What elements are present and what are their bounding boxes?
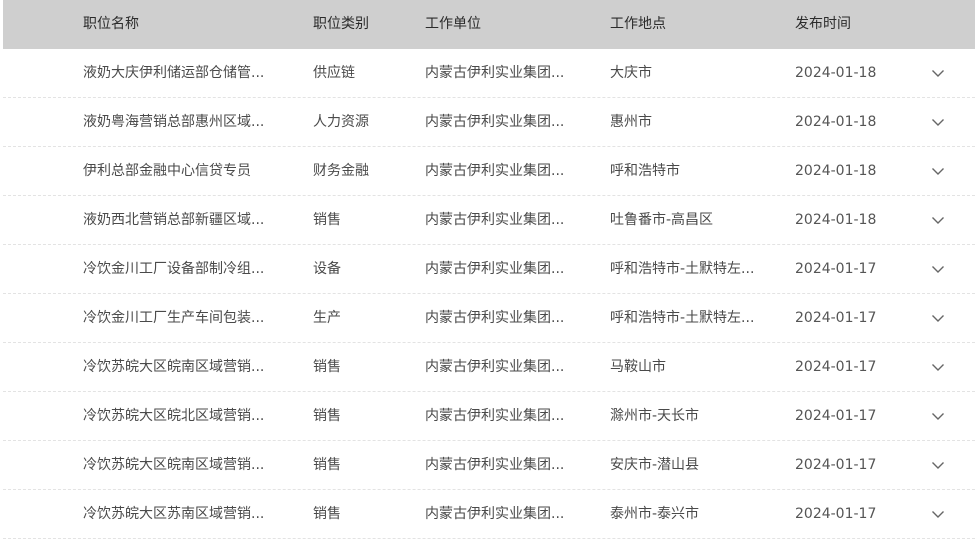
job-title-cell[interactable]: 冷饮金川工厂设备部制冷组... (83, 245, 288, 294)
table-row[interactable]: 冷饮苏皖大区苏南区域营销... 销售 内蒙古伊利实业集团... 泰州市-泰兴市 2024… (3, 490, 975, 539)
chevron-down-icon[interactable] (931, 363, 945, 372)
organization-cell: 内蒙古伊利实业集团... (425, 212, 565, 228)
table-row[interactable]: 冷饮苏皖大区皖南区域营销... 销售 内蒙古伊利实业集团... 马鞍山市 2024-01… (3, 343, 975, 392)
publish-date-cell: 2024-01-17 (795, 359, 877, 375)
header-publish-date: 发布时间 (795, 16, 851, 32)
chevron-down-icon[interactable] (931, 167, 945, 176)
organization-cell: 内蒙古伊利实业集团... (425, 114, 565, 130)
chevron-down-icon[interactable] (931, 412, 945, 421)
table-row[interactable]: 冷饮苏皖大区皖南区域营销... 销售 内蒙古伊利实业集团... 安庆市-潜山县 2024… (3, 441, 975, 490)
job-category-cell: 供应链 (313, 65, 355, 81)
location-cell: 呼和浩特市-土默特左... (610, 310, 755, 326)
job-title-cell[interactable]: 伊利总部金融中心信贷专员 (83, 147, 288, 196)
job-title-cell[interactable]: 液奶粤海营销总部惠州区域... (83, 98, 288, 147)
table-header: 职位名称 职位类别 工作单位 工作地点 发布时间 (3, 0, 975, 49)
header-job-title: 职位名称 (83, 16, 139, 32)
table-row[interactable]: 冷饮金川工厂生产车间包装... 生产 内蒙古伊利实业集团... 呼和浩特市-土默特左.… (3, 294, 975, 343)
job-category-cell: 销售 (313, 212, 341, 228)
job-category-cell: 设备 (313, 261, 341, 277)
organization-cell: 内蒙古伊利实业集团... (425, 359, 565, 375)
job-category-cell: 销售 (313, 359, 341, 375)
job-title-cell[interactable]: 冷饮苏皖大区皖南区域营销... (83, 441, 288, 490)
chevron-down-icon[interactable] (931, 216, 945, 225)
table-row[interactable]: 冷饮金川工厂设备部制冷组... 设备 内蒙古伊利实业集团... 呼和浩特市-土默特左.… (3, 245, 975, 294)
location-cell: 呼和浩特市-土默特左... (610, 261, 755, 277)
location-cell: 安庆市-潜山县 (610, 457, 700, 473)
location-cell: 滁州市-天长市 (610, 408, 700, 424)
chevron-down-icon[interactable] (931, 69, 945, 78)
organization-cell: 内蒙古伊利实业集团... (425, 65, 565, 81)
organization-cell: 内蒙古伊利实业集团... (425, 310, 565, 326)
header-job-category: 职位类别 (313, 16, 369, 32)
table-row[interactable]: 液奶西北营销总部新疆区域... 销售 内蒙古伊利实业集团... 吐鲁番市-高昌区 202… (3, 196, 975, 245)
publish-date-cell: 2024-01-18 (795, 163, 877, 179)
chevron-down-icon[interactable] (931, 265, 945, 274)
jobs-table: 职位名称 职位类别 工作单位 工作地点 发布时间 液奶大庆伊利储运部仓储管...… (3, 0, 975, 539)
publish-date-cell: 2024-01-18 (795, 212, 877, 228)
job-title-cell[interactable]: 冷饮金川工厂生产车间包装... (83, 294, 288, 343)
organization-cell: 内蒙古伊利实业集团... (425, 506, 565, 522)
organization-cell: 内蒙古伊利实业集团... (425, 261, 565, 277)
organization-cell: 内蒙古伊利实业集团... (425, 457, 565, 473)
location-cell: 大庆市 (610, 65, 652, 81)
publish-date-cell: 2024-01-17 (795, 506, 877, 522)
job-category-cell: 生产 (313, 310, 341, 326)
job-category-cell: 人力资源 (313, 114, 369, 130)
chevron-down-icon[interactable] (931, 461, 945, 470)
location-cell: 吐鲁番市-高昌区 (610, 212, 714, 228)
publish-date-cell: 2024-01-18 (795, 65, 877, 81)
chevron-down-icon[interactable] (931, 118, 945, 127)
table-row[interactable]: 伊利总部金融中心信贷专员 财务金融 内蒙古伊利实业集团... 呼和浩特市 2024-01… (3, 147, 975, 196)
location-cell: 马鞍山市 (610, 359, 666, 375)
publish-date-cell: 2024-01-17 (795, 310, 877, 326)
job-title-cell[interactable]: 冷饮苏皖大区苏南区域营销... (83, 490, 288, 539)
job-title-cell[interactable]: 冷饮苏皖大区皖南区域营销... (83, 343, 288, 392)
table-row[interactable]: 液奶粤海营销总部惠州区域... 人力资源 内蒙古伊利实业集团... 惠州市 2024-0… (3, 98, 975, 147)
location-cell: 呼和浩特市 (610, 163, 680, 179)
publish-date-cell: 2024-01-17 (795, 408, 877, 424)
job-category-cell: 销售 (313, 457, 341, 473)
header-location: 工作地点 (610, 16, 666, 32)
table-row[interactable]: 冷饮苏皖大区皖北区域营销... 销售 内蒙古伊利实业集团... 滁州市-天长市 2024… (3, 392, 975, 441)
publish-date-cell: 2024-01-18 (795, 114, 877, 130)
organization-cell: 内蒙古伊利实业集团... (425, 408, 565, 424)
chevron-down-icon[interactable] (931, 510, 945, 519)
job-category-cell: 财务金融 (313, 163, 369, 179)
publish-date-cell: 2024-01-17 (795, 261, 877, 277)
job-title-cell[interactable]: 液奶西北营销总部新疆区域... (83, 196, 288, 245)
header-organization: 工作单位 (425, 16, 481, 32)
job-category-cell: 销售 (313, 408, 341, 424)
job-category-cell: 销售 (313, 506, 341, 522)
job-title-cell[interactable]: 冷饮苏皖大区皖北区域营销... (83, 392, 288, 441)
publish-date-cell: 2024-01-17 (795, 457, 877, 473)
table-row[interactable]: 液奶大庆伊利储运部仓储管... 供应链 内蒙古伊利实业集团... 大庆市 2024-01… (3, 49, 975, 98)
chevron-down-icon[interactable] (931, 314, 945, 323)
organization-cell: 内蒙古伊利实业集团... (425, 163, 565, 179)
location-cell: 泰州市-泰兴市 (610, 506, 700, 522)
table-body: 液奶大庆伊利储运部仓储管... 供应链 内蒙古伊利实业集团... 大庆市 2024-01… (3, 49, 975, 539)
job-title-cell[interactable]: 液奶大庆伊利储运部仓储管... (83, 49, 288, 98)
location-cell: 惠州市 (610, 114, 652, 130)
